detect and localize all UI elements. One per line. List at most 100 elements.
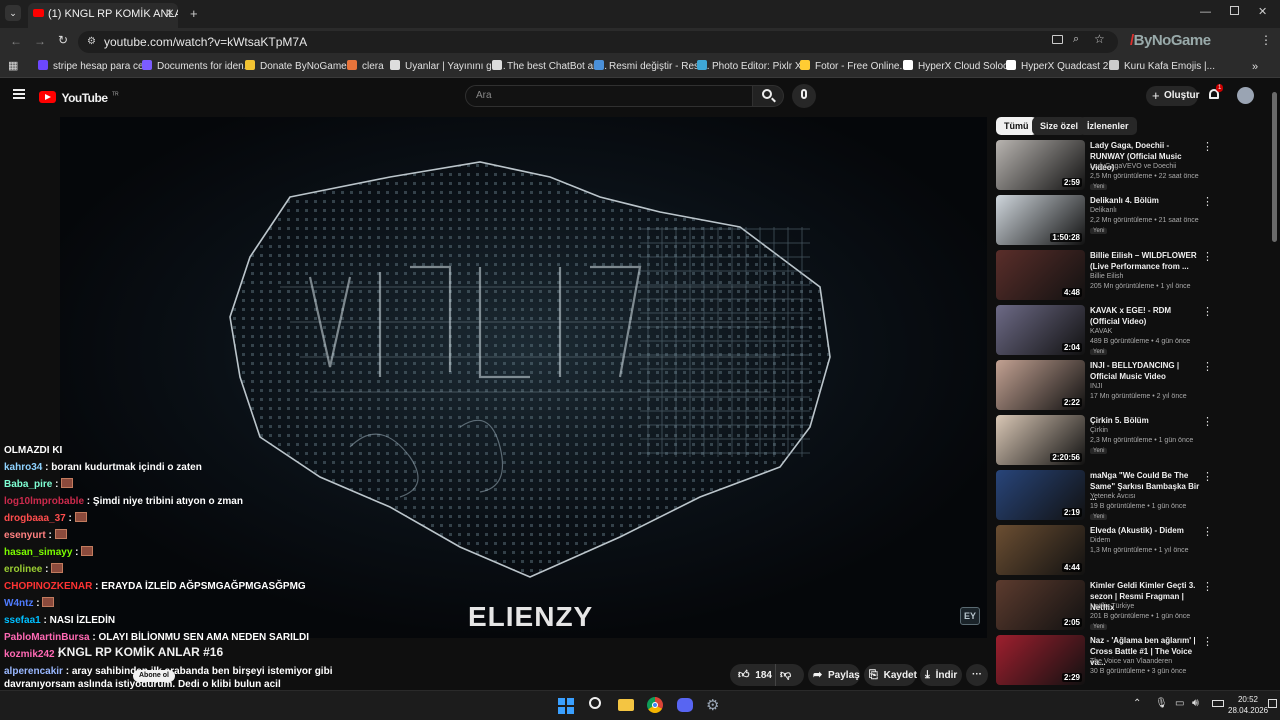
video-menu-icon[interactable]: ⋮	[1202, 415, 1213, 428]
video-menu-icon[interactable]: ⋮	[1202, 195, 1213, 208]
save-button[interactable]: ⎘ Kaydet	[864, 664, 917, 686]
settings-gear-icon[interactable]: ⚙	[706, 696, 719, 714]
share-button[interactable]: ➦ Paylaş	[808, 664, 860, 686]
recommended-video[interactable]: 2:05 Kimler Geldi Kimler Geçti 3. sezon |…	[996, 580, 1216, 632]
subscribe-button[interactable]: Abone ol	[133, 670, 175, 682]
channel-name[interactable]: Yetenek Avcısı	[1090, 493, 1136, 500]
bookmark-item[interactable]: Fotor - Free Online...	[800, 56, 908, 78]
recommended-video[interactable]: 2:22 INJI - BELLYDANCING | Official Music…	[996, 360, 1216, 412]
tray-network-icon[interactable]: ▭	[1175, 698, 1184, 709]
minimize-icon[interactable]: —	[1200, 6, 1211, 18]
video-thumbnail[interactable]: 2:19	[996, 470, 1085, 520]
channel-name[interactable]: INJI	[1090, 383, 1102, 390]
active-tab[interactable]: (1) KNGL RP KOMİK ANLAR #16	[28, 3, 178, 28]
bookmark-item[interactable]: HyperX Cloud Soloc...	[903, 56, 1016, 78]
video-menu-icon[interactable]: ⋮	[1202, 580, 1213, 593]
tray-chevron-icon[interactable]: ⌃	[1133, 698, 1141, 709]
tray-mic-icon[interactable]: 🎙︎	[1155, 698, 1168, 709]
bookmark-item[interactable]: stripe hesap para ce...	[38, 56, 152, 78]
video-menu-icon[interactable]: ⋮	[1202, 360, 1213, 373]
recommended-video[interactable]: 2:20:56 Çirkin 5. Bölüm Çirkin 2,3 Mn görün…	[996, 415, 1216, 467]
like-button[interactable]: 👍︎ 184	[730, 664, 776, 686]
search-button[interactable]	[752, 85, 784, 107]
discord-icon[interactable]	[677, 698, 693, 712]
bookmark-item[interactable]: HyperX Quadcast 2...	[1006, 56, 1117, 78]
hamburger-menu-icon[interactable]	[13, 89, 25, 99]
recommended-video[interactable]: 2:04 KAVAK x EGE! - RDM (Official Video) K…	[996, 305, 1216, 357]
more-actions-button[interactable]: ···	[966, 664, 988, 686]
channel-name[interactable]: LadyGagaVEVO ve Doechii	[1090, 163, 1176, 170]
video-title[interactable]: INJI - BELLYDANCING | Official Music Vid…	[1090, 360, 1200, 382]
clock[interactable]: 20:52 28.04.2026	[1228, 694, 1268, 716]
bookmark-item[interactable]: Documents for iden...	[142, 56, 252, 78]
channel-name[interactable]: Çirkin	[1090, 427, 1108, 434]
channel-name[interactable]: The Voice van Vlaanderen	[1090, 658, 1172, 665]
window-close-icon[interactable]: ✕	[1258, 5, 1267, 18]
bookmark-item[interactable]: Uyanlar | Yayınını gü...	[390, 56, 506, 78]
youtube-logo[interactable]: YouTube TR	[39, 89, 119, 105]
search-input[interactable]: Ara	[465, 85, 753, 107]
notifications-button[interactable]: 1	[1207, 84, 1224, 103]
video-thumbnail[interactable]: 1:50:28	[996, 195, 1085, 245]
video-thumbnail[interactable]: 4:48	[996, 250, 1085, 300]
video-menu-icon[interactable]: ⋮	[1202, 470, 1213, 483]
video-thumbnail[interactable]: 2:05	[996, 580, 1085, 630]
video-title[interactable]: Billie Eilish – WILDFLOWER (Live Perform…	[1090, 250, 1200, 272]
video-title[interactable]: KAVAK x EGE! - RDM (Official Video)	[1090, 305, 1200, 327]
video-thumbnail[interactable]: 2:22	[996, 360, 1085, 410]
video-thumbnail[interactable]: 4:44	[996, 525, 1085, 575]
channel-name[interactable]: KAVAK	[1090, 328, 1112, 335]
channel-name[interactable]: Didem	[1090, 537, 1110, 544]
reload-icon[interactable]: ↻	[58, 33, 68, 47]
recommended-video[interactable]: 4:44 Elveda (Akustik) - Didem Didem 1,3 Mn …	[996, 525, 1216, 577]
bookmark-item[interactable]: Kuru Kafa Emojis |...	[1109, 56, 1215, 78]
video-title[interactable]: Elveda (Akustik) - Didem	[1090, 525, 1200, 536]
recommended-video[interactable]: 4:48 Billie Eilish – WILDFLOWER (Live Per…	[996, 250, 1216, 302]
zoom-icon[interactable]: ⌕	[1073, 33, 1079, 46]
recommended-video[interactable]: 2:29 Naz - 'Ağlama ben ağlarım' | Cross B…	[996, 635, 1216, 687]
dislike-button[interactable]: 👎︎	[780, 664, 802, 686]
create-button[interactable]: + Oluştur	[1146, 86, 1200, 106]
video-menu-icon[interactable]: ⋮	[1202, 250, 1213, 263]
browser-menu-icon[interactable]: ⋮	[1260, 33, 1272, 47]
video-title[interactable]: Delikanlı 4. Bölüm	[1090, 195, 1200, 206]
recommended-video[interactable]: 2:19 maNga "We Could Be The Same" Şarkısı…	[996, 470, 1216, 522]
video-menu-icon[interactable]: ⋮	[1202, 140, 1213, 153]
channel-watermark[interactable]: EY	[960, 607, 980, 625]
video-menu-icon[interactable]: ⋮	[1202, 635, 1213, 648]
tab-close-icon[interactable]: ✕	[166, 8, 174, 19]
bookmark-star-icon[interactable]: ☆	[1094, 32, 1105, 46]
video-title[interactable]: Çirkin 5. Bölüm	[1090, 415, 1200, 426]
filter-chip[interactable]: Size özel	[1032, 117, 1087, 135]
back-icon[interactable]: ←	[10, 34, 22, 48]
channel-name[interactable]: Billie Eilish	[1090, 273, 1123, 280]
bookmark-item[interactable]: clera	[347, 56, 384, 78]
video-menu-icon[interactable]: ⋮	[1202, 305, 1213, 318]
tab-list-button[interactable]: ⌄	[5, 5, 21, 21]
channel-name[interactable]: Delikanlı	[1090, 207, 1117, 214]
url-input[interactable]: ⚙ youtube.com/watch?v=kWtsaKTpM7A	[78, 31, 1118, 53]
tray-volume-icon[interactable]: 🔊︎	[1192, 697, 1199, 710]
recommended-video[interactable]: 1:50:28 Delikanlı 4. Bölüm Delikanlı 2,2 Mn…	[996, 195, 1216, 247]
file-explorer-icon[interactable]	[618, 699, 634, 711]
bookmark-item[interactable]: Photo Editor: Pixlr X...	[697, 56, 810, 78]
avatar[interactable]	[1237, 87, 1254, 104]
forward-icon[interactable]: →	[34, 34, 46, 48]
site-info-icon[interactable]: ⚙	[87, 31, 96, 53]
video-thumbnail[interactable]: 2:29	[996, 635, 1085, 685]
video-thumbnail[interactable]: 2:04	[996, 305, 1085, 355]
notification-center-icon[interactable]	[1268, 699, 1277, 708]
voice-search-button[interactable]	[792, 84, 816, 108]
bookmark-item[interactable]: The best ChatBot an...	[492, 56, 607, 78]
download-button[interactable]: ⤓ İndir	[920, 664, 962, 686]
filter-chip[interactable]: Tümü	[996, 117, 1037, 135]
apps-grid-icon[interactable]: ▦	[8, 61, 18, 72]
channel-name[interactable]: Netflix Türkiye	[1090, 603, 1134, 610]
sidebar-scrollbar[interactable]	[1272, 92, 1277, 242]
recommended-video[interactable]: 2:59 Lady Gaga, Doechii - RUNWAY (Officia…	[996, 140, 1216, 192]
more-bookmarks-icon[interactable]: »	[1252, 56, 1258, 78]
video-menu-icon[interactable]: ⋮	[1202, 525, 1213, 538]
cast-icon[interactable]	[1052, 35, 1063, 44]
video-thumbnail[interactable]: 2:59	[996, 140, 1085, 190]
maximize-icon[interactable]	[1230, 6, 1239, 15]
